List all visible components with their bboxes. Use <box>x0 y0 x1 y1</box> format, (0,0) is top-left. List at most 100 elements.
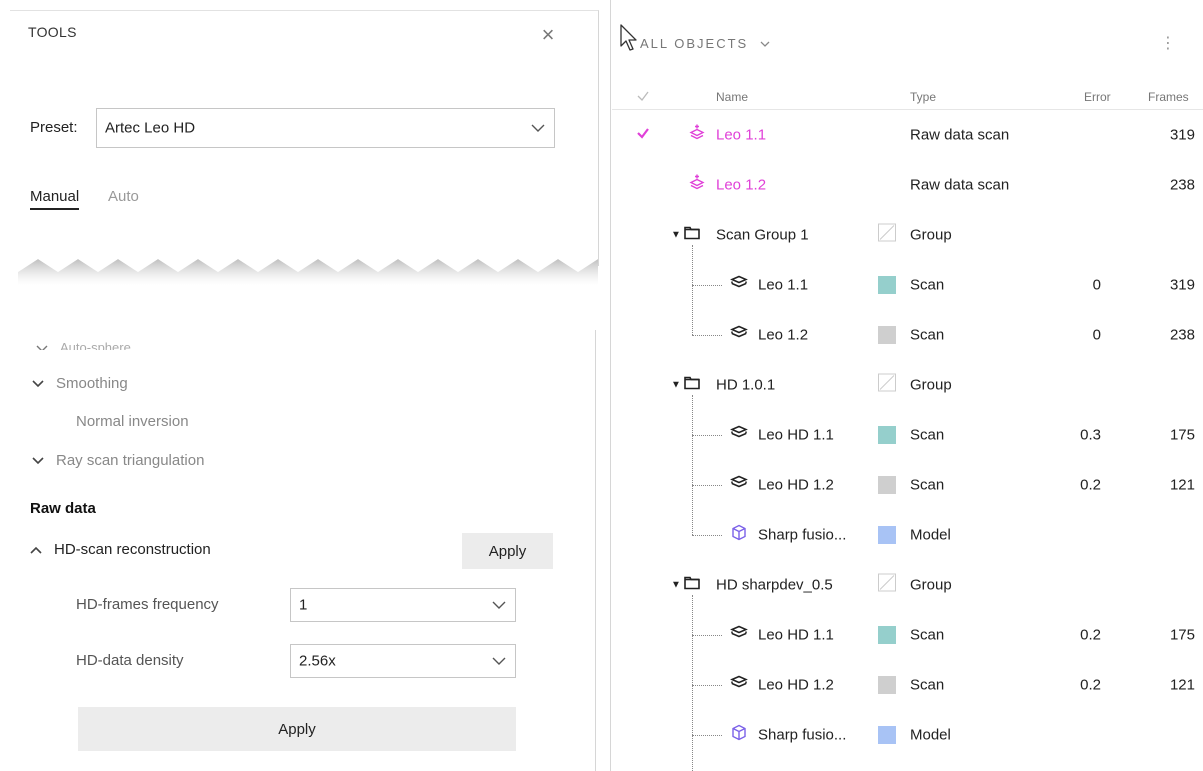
group-color-swatch[interactable] <box>878 373 896 397</box>
raw-scan-icon <box>688 174 706 197</box>
object-error: 0.2 <box>1080 626 1101 644</box>
object-type: Scan <box>910 676 945 694</box>
group-color-swatch[interactable] <box>878 573 896 597</box>
scan-layers-icon <box>730 675 748 696</box>
object-row[interactable]: Leo 1.2 Scan 0 238 <box>612 310 1203 360</box>
chevron-up-icon <box>30 546 42 554</box>
tree-connector <box>692 245 693 335</box>
mouse-cursor-icon <box>620 24 637 51</box>
expand-triangle-icon[interactable]: ▼ <box>671 230 681 241</box>
raw-scan-icon <box>688 124 706 147</box>
preset-value: Artec Leo HD <box>105 119 196 137</box>
object-error: 0.2 <box>1080 476 1101 494</box>
object-error: 0.3 <box>1080 426 1101 444</box>
object-name: Leo HD 1.1 <box>758 426 834 444</box>
tree-connector <box>692 395 693 535</box>
object-row[interactable]: Leo 1.2 Raw data scan 238 <box>612 160 1203 210</box>
folder-icon <box>684 576 700 595</box>
more-menu-icon[interactable]: ⋮ <box>1160 34 1176 54</box>
object-row[interactable]: Leo 1.1 Scan 0 319 <box>612 260 1203 310</box>
object-name: Leo 1.1 <box>758 276 809 294</box>
frames-frequency-select[interactable]: 1 <box>290 588 516 622</box>
color-swatch[interactable] <box>878 426 896 444</box>
object-row[interactable]: Leo HD 1.1 Scan 0.3 175 <box>612 410 1203 460</box>
color-swatch[interactable] <box>878 526 896 544</box>
frames-frequency-value: 1 <box>299 596 308 614</box>
folder-icon <box>684 376 700 395</box>
object-type: Model <box>910 526 951 544</box>
object-name: Sharp fusio... <box>758 726 847 744</box>
chevron-down-icon <box>36 345 48 350</box>
column-header-name[interactable]: Name <box>716 90 748 104</box>
check-header-icon <box>637 91 649 101</box>
object-row[interactable]: Leo 1.1 Raw data scan 319 <box>612 110 1203 160</box>
option-normal-inversion[interactable]: Normal inversion <box>76 413 189 430</box>
object-type: Scan <box>910 426 945 444</box>
scan-layers-icon <box>730 475 748 496</box>
object-name: Scan Group 1 <box>716 226 809 244</box>
preset-label: Preset: <box>30 119 78 136</box>
object-name: Leo HD 1.2 <box>758 476 834 494</box>
object-row[interactable]: ▼ HD sharpdev_0.5 Group <box>612 560 1203 610</box>
object-frames: 175 <box>1169 626 1195 644</box>
checkmark-icon[interactable] <box>636 126 650 144</box>
object-row[interactable]: Sharp fusio... Model <box>612 710 1203 760</box>
group-color-swatch[interactable] <box>878 223 896 247</box>
hd-reconstruction-toggle[interactable]: HD-scan reconstruction <box>30 541 211 558</box>
object-type: Scan <box>910 626 945 644</box>
object-row[interactable]: Leo HD 1.2 Scan 0.2 121 <box>612 460 1203 510</box>
apply-button[interactable]: Apply <box>78 707 516 751</box>
column-header-error[interactable]: Error <box>1084 90 1111 104</box>
expand-triangle-icon[interactable]: ▼ <box>671 380 681 391</box>
object-name: Leo HD 1.1 <box>758 626 834 644</box>
object-row[interactable]: ▼ Scan Group 1 Group <box>612 210 1203 260</box>
close-icon[interactable]: × <box>536 24 560 48</box>
tab-auto[interactable]: Auto <box>108 188 139 205</box>
color-swatch[interactable] <box>878 676 896 694</box>
color-swatch[interactable] <box>878 626 896 644</box>
scan-layers-icon <box>730 625 748 646</box>
preset-select[interactable]: Artec Leo HD <box>96 108 555 148</box>
scan-layers-icon <box>730 275 748 296</box>
option-smoothing[interactable]: Smoothing <box>32 375 128 392</box>
scan-layers-icon <box>730 425 748 446</box>
column-header-frames[interactable]: Frames <box>1148 90 1189 104</box>
object-name: HD 1.0.1 <box>716 376 776 394</box>
object-frames: 121 <box>1169 676 1195 694</box>
color-swatch[interactable] <box>878 726 896 744</box>
object-row[interactable]: Leo HD 1.1 Scan 0.2 175 <box>612 610 1203 660</box>
model-cube-icon <box>730 524 748 547</box>
tab-manual[interactable]: Manual <box>30 188 80 210</box>
object-error: 0 <box>1092 276 1101 294</box>
color-swatch[interactable] <box>878 276 896 294</box>
object-type: Group <box>910 576 952 594</box>
scan-layers-icon <box>730 325 748 346</box>
object-name: HD sharpdev_0.5 <box>716 576 833 594</box>
torn-edge-separator <box>10 245 598 285</box>
object-name: Leo HD 1.2 <box>758 676 834 694</box>
column-header-type[interactable]: Type <box>910 90 936 104</box>
option-ray-scan-label: Ray scan triangulation <box>56 452 205 469</box>
expand-triangle-icon[interactable]: ▼ <box>671 580 681 591</box>
chevron-down-icon <box>32 457 44 465</box>
color-swatch[interactable] <box>878 476 896 494</box>
object-row[interactable]: Leo HD 1.2 Scan 0.2 121 <box>612 660 1203 710</box>
object-frames: 121 <box>1169 476 1195 494</box>
object-row[interactable]: Sharp fusio... Model <box>612 510 1203 560</box>
tree-connector <box>692 485 722 486</box>
object-frames: 319 <box>1169 276 1195 294</box>
tree-connector <box>692 635 722 636</box>
object-name: Leo 1.2 <box>758 326 809 344</box>
all-objects-dropdown[interactable]: ALL OBJECTS <box>640 36 770 51</box>
data-density-select[interactable]: 2.56x <box>290 644 516 678</box>
tree-connector <box>692 535 722 536</box>
option-ray-scan[interactable]: Ray scan triangulation <box>32 452 204 469</box>
panel-divider <box>610 0 611 771</box>
data-density-label: HD-data density <box>76 652 184 669</box>
apply-hd-button[interactable]: Apply <box>462 533 553 569</box>
tree-connector <box>692 435 722 436</box>
chevron-down-icon <box>32 380 44 388</box>
object-row[interactable]: ▼ HD 1.0.1 Group <box>612 360 1203 410</box>
color-swatch[interactable] <box>878 326 896 344</box>
raw-data-heading: Raw data <box>30 500 96 517</box>
